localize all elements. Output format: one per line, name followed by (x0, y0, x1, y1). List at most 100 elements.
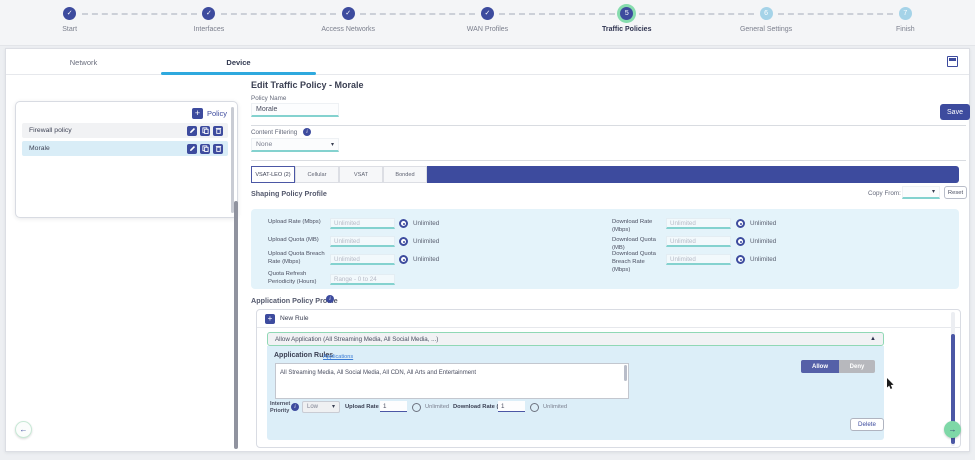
back-button[interactable]: ← (15, 421, 32, 438)
field-label: Upload Quota Breach Rate (Mbps) (268, 251, 326, 267)
radio-label: Unlimited (750, 238, 776, 245)
step-circle: ✓ (342, 7, 355, 20)
info-icon[interactable]: i (291, 403, 299, 411)
application-rule-card: + New Rule Allow Application (All Stream… (256, 309, 961, 448)
application-heading: Application Policy Profile (251, 296, 338, 305)
step-number: 6 (764, 10, 768, 17)
unlimited-radio[interactable] (399, 219, 408, 228)
info-icon[interactable]: i (303, 128, 311, 136)
priority-select[interactable]: Low ▾ (302, 401, 340, 413)
copy-icon[interactable] (200, 144, 210, 154)
textarea-scrollbar[interactable] (624, 365, 627, 381)
rule-accordion-header[interactable]: Allow Application (All Streaming Media, … (267, 332, 884, 346)
next-arrow-icon: → (949, 426, 957, 434)
download-quota-input[interactable] (666, 236, 731, 247)
new-rule-button[interactable]: + New Rule (257, 310, 960, 328)
tabbar-filler (427, 166, 959, 183)
add-policy-button[interactable]: + Policy (192, 108, 227, 119)
step-start[interactable]: ✓ Start (0, 0, 139, 45)
step-label: Interfaces (194, 26, 225, 33)
delete-icon[interactable] (213, 126, 223, 136)
policy-name-input[interactable] (251, 103, 339, 117)
unlimited-radio[interactable] (399, 237, 408, 246)
step-access-networks[interactable]: ✓ Access Networks (279, 0, 418, 45)
field-label: Download Rate (Mbps) (612, 219, 664, 235)
shaping-heading: Shaping Policy Profile (251, 189, 327, 198)
step-label: General Settings (740, 26, 792, 33)
tab-vsat-leo[interactable]: VSAT-LEO (2) (251, 166, 295, 183)
rule-download-rate-input[interactable] (498, 401, 525, 412)
shaping-profile-panel: Upload Rate (Mbps) Unlimited Upload Quot… (251, 209, 959, 289)
field-row: Upload Rate (Mbps) Unlimited (268, 218, 468, 236)
chevron-down-icon: ▾ (932, 189, 935, 195)
download-rate-input[interactable] (666, 218, 731, 229)
upload-quota-input[interactable] (330, 236, 395, 247)
collapse-icon: ▲ (870, 336, 883, 342)
field-label: Download Quota Breach Rate (Mbps) (612, 251, 664, 275)
reset-button[interactable]: Reset (944, 186, 967, 199)
active-tab-underline (161, 72, 316, 75)
check-icon: ✓ (345, 10, 351, 17)
info-icon[interactable]: i (326, 295, 334, 303)
step-label: Access Networks (321, 26, 375, 33)
edit-icon[interactable] (187, 144, 197, 154)
applications-link[interactable]: Applications (323, 354, 353, 360)
unlimited-radio[interactable] (399, 255, 408, 264)
step-finish[interactable]: 7 Finish (836, 0, 975, 45)
step-label: Start (62, 26, 77, 33)
upload-breach-rate-input[interactable] (330, 254, 395, 265)
next-button[interactable]: → (944, 421, 961, 438)
expand-window-icon[interactable] (947, 56, 958, 67)
step-wan-profiles[interactable]: ✓ WAN Profiles (418, 0, 557, 45)
save-button[interactable]: Save (940, 104, 970, 120)
mouse-cursor (886, 377, 895, 395)
download-breach-rate-input[interactable] (666, 254, 731, 265)
tab-network[interactable]: Network (6, 49, 161, 75)
check-icon: ✓ (67, 10, 73, 17)
copy-from-label: Copy From: (868, 190, 901, 197)
delete-icon[interactable] (213, 144, 223, 154)
step-label: Finish (896, 26, 915, 33)
plus-icon: + (192, 108, 203, 119)
field-label: Quota Refresh Periodicity (Hours) (268, 271, 326, 287)
policy-list-scrollbar[interactable] (231, 107, 234, 213)
tab-bonded[interactable]: Bonded (383, 166, 427, 183)
step-traffic-policies[interactable]: 5 Traffic Policies (557, 0, 696, 45)
step-circle: 7 (899, 7, 912, 20)
priority-value: Low (307, 404, 318, 410)
unlimited-radio[interactable] (736, 219, 745, 228)
allow-button[interactable]: Allow (801, 360, 839, 373)
unlimited-radio[interactable] (736, 237, 745, 246)
step-general-settings[interactable]: 6 General Settings (696, 0, 835, 45)
content-filtering-select[interactable]: None ▾ (251, 138, 339, 152)
tab-cellular[interactable]: Cellular (295, 166, 339, 183)
page-title: Edit Traffic Policy - Morale (251, 80, 364, 90)
deny-button[interactable]: Deny (839, 360, 875, 373)
policy-list-panel: + Policy Firewall policy Morale (15, 101, 238, 218)
step-number: 7 (903, 10, 907, 17)
copy-from-select[interactable]: ▾ (902, 186, 940, 199)
tab-vsat[interactable]: VSAT (339, 166, 383, 183)
upload-rate-input[interactable] (330, 218, 395, 229)
delete-button[interactable]: Delete (850, 418, 884, 431)
copy-icon[interactable] (200, 126, 210, 136)
policy-list-item-selected[interactable]: Morale (22, 141, 228, 156)
field-row: Quota Refresh Periodicity (Hours) (268, 270, 468, 288)
editor-scrollbar[interactable] (234, 201, 238, 449)
scope-tabs: Network Device (6, 49, 969, 75)
quota-refresh-input[interactable] (330, 274, 395, 285)
step-number: 5 (625, 10, 629, 17)
policy-name-label: Policy Name (251, 95, 286, 102)
policy-list-item[interactable]: Firewall policy (22, 123, 228, 138)
application-rules-textarea[interactable]: All Streaming Media, All Social Media, A… (275, 363, 629, 399)
main-panel: Network Device + Policy Firewall policy … (5, 48, 970, 452)
radio-label: Unlimited (413, 256, 439, 263)
step-interfaces[interactable]: ✓ Interfaces (139, 0, 278, 45)
rule-upload-rate-input[interactable] (380, 401, 407, 412)
unlimited-radio[interactable] (736, 255, 745, 264)
new-rule-label: New Rule (280, 315, 309, 322)
upload-unlimited-radio[interactable] (412, 403, 421, 412)
allow-deny-toggle: Allow Deny (801, 360, 875, 373)
edit-icon[interactable] (187, 126, 197, 136)
download-unlimited-radio[interactable] (530, 403, 539, 412)
